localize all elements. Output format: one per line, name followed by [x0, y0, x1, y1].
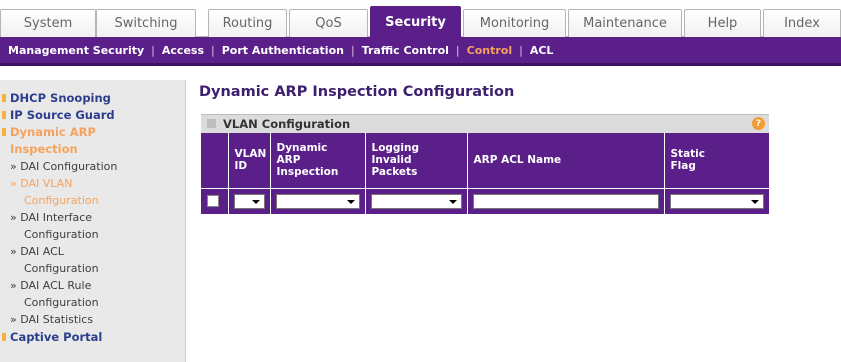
sidebar-item-dai-acl-rule[interactable]: » DAI ACL Rule: [10, 279, 91, 292]
bullet-icon: [2, 94, 6, 102]
sidebar-item-dai-acl-rule-cont[interactable]: Configuration: [24, 296, 99, 309]
header-arp-acl-name: ARP ACL Name: [467, 133, 665, 188]
sidebar-item-dai-statistics[interactable]: » DAI Statistics: [10, 313, 93, 326]
sidebar-item-dai-vlan-cont[interactable]: Configuration: [24, 194, 99, 207]
subnav-acl[interactable]: ACL: [530, 44, 554, 57]
bullet-icon: [2, 128, 6, 136]
subnav-traffic-control[interactable]: Traffic Control: [362, 44, 449, 57]
sidebar-item-dynamic-arp[interactable]: Dynamic ARP: [10, 125, 96, 139]
sidebar-item-dai-vlan[interactable]: » DAI VLAN: [10, 177, 72, 190]
subnav-divider: |: [519, 43, 523, 57]
logging-invalid-packets-select[interactable]: [370, 193, 462, 209]
help-icon[interactable]: ?: [752, 117, 765, 130]
cell-logging-invalid-packets: [365, 187, 468, 214]
section-title: VLAN Configuration: [223, 117, 351, 131]
sub-nav-bar: Management Security | Access | Port Auth…: [0, 37, 841, 66]
tab-maintenance[interactable]: Maintenance: [568, 9, 682, 37]
subnav-divider: |: [350, 43, 355, 57]
vlan-id-select[interactable]: [233, 193, 265, 209]
header-text: Invalid: [371, 154, 412, 167]
sidebar-item-captive-portal[interactable]: Captive Portal: [10, 330, 102, 344]
subnav-access[interactable]: Access: [162, 44, 204, 57]
header-text: Dynamic: [276, 142, 328, 155]
header-text: VLAN: [234, 148, 267, 161]
table-row: [201, 187, 769, 214]
tab-help[interactable]: Help: [684, 9, 761, 37]
header-text: Flag: [670, 160, 696, 173]
bullet-icon: [2, 111, 6, 119]
arp-acl-name-input[interactable]: [472, 193, 659, 209]
subnav-management-security[interactable]: Management Security: [8, 44, 144, 57]
header-text: ARP: [276, 154, 301, 167]
sidebar-item-dhcp-snooping[interactable]: DHCP Snooping: [10, 91, 111, 105]
section-header: VLAN Configuration ?: [201, 114, 769, 133]
dropdown-arrow-icon: [751, 199, 759, 204]
header-logging-invalid-packets: Logging Invalid Packets: [365, 133, 468, 188]
dropdown-arrow-icon: [448, 199, 457, 204]
tab-qos[interactable]: QoS: [289, 9, 368, 37]
tab-switching[interactable]: Switching: [96, 9, 196, 37]
cell-arp-acl-name: [467, 187, 665, 214]
collapse-icon[interactable]: [207, 119, 216, 128]
sidebar-item-ip-source-guard[interactable]: IP Source Guard: [10, 108, 115, 122]
header-select: [201, 133, 229, 188]
table-header-row: VLAN ID Dynamic ARP Inspection Logging I…: [201, 133, 769, 188]
tab-index[interactable]: Index: [763, 9, 841, 37]
row-select-checkbox[interactable]: [207, 195, 219, 208]
header-static-flag: Static Flag: [664, 133, 769, 188]
main-tab-bar: System Switching Routing QoS Security Mo…: [0, 0, 841, 38]
header-text: Inspection: [276, 166, 339, 179]
sidebar-item-dai-acl-cont[interactable]: Configuration: [24, 262, 99, 275]
bullet-icon: [2, 333, 6, 341]
cell-select: [201, 187, 229, 214]
header-text: ID: [234, 160, 248, 173]
sidebar-item-dynamic-arp-cont[interactable]: Inspection: [10, 142, 78, 156]
dropdown-arrow-icon: [346, 199, 355, 204]
vlan-config-table: VLAN ID Dynamic ARP Inspection Logging I…: [201, 133, 769, 214]
subnav-divider: |: [455, 43, 460, 57]
cell-vlan-id: [228, 187, 271, 214]
subnav-control[interactable]: Control: [467, 44, 512, 57]
static-flag-select[interactable]: [669, 193, 764, 209]
sidebar: DHCP Snooping IP Source Guard Dynamic AR…: [0, 80, 186, 362]
cell-static-flag: [664, 187, 769, 214]
sidebar-item-dai-interface-cont[interactable]: Configuration: [24, 228, 99, 241]
subnav-port-authentication[interactable]: Port Authentication: [222, 44, 344, 57]
header-text: Packets: [371, 166, 418, 179]
header-dynamic-arp-inspection: Dynamic ARP Inspection: [270, 133, 366, 188]
header-text: Logging: [371, 142, 420, 155]
dynamic-arp-inspection-select[interactable]: [275, 193, 360, 209]
cell-dynamic-arp-inspection: [270, 187, 366, 214]
sidebar-item-dai-acl[interactable]: » DAI ACL: [10, 245, 64, 258]
tab-monitoring[interactable]: Monitoring: [463, 9, 566, 37]
tab-security[interactable]: Security: [370, 6, 461, 38]
header-vlan-id: VLAN ID: [228, 133, 271, 188]
sidebar-item-dai-configuration[interactable]: » DAI Configuration: [10, 160, 117, 173]
subnav-divider: |: [211, 43, 215, 57]
dropdown-arrow-icon: [251, 199, 260, 204]
subnav-divider: |: [151, 43, 155, 57]
header-text: Static: [670, 148, 706, 161]
page-title: Dynamic ARP Inspection Configuration: [199, 84, 515, 100]
tab-routing[interactable]: Routing: [208, 9, 287, 37]
tab-system[interactable]: System: [0, 9, 96, 37]
sidebar-item-dai-interface[interactable]: » DAI Interface: [10, 211, 92, 224]
